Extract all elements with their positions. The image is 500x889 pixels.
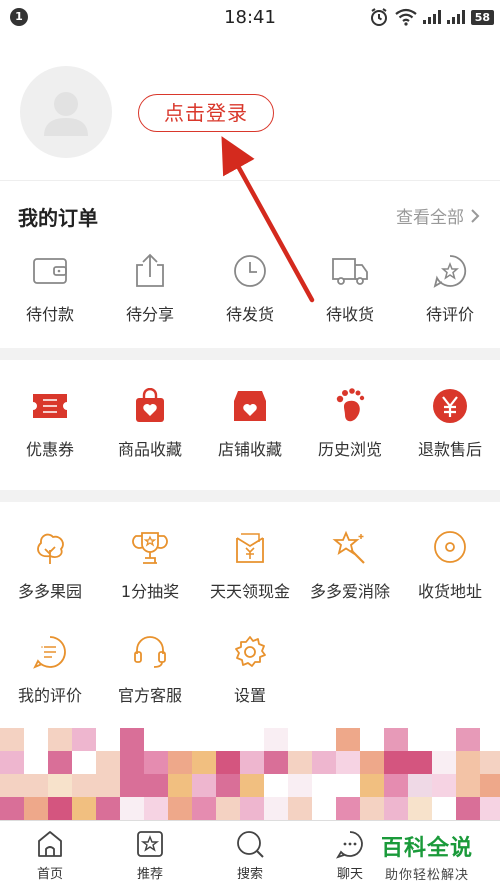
customer-service-entry[interactable]: 官方客服: [100, 632, 200, 706]
order-item-label: 待付款: [25, 305, 74, 324]
headset-icon: [134, 636, 166, 668]
coupons-entry[interactable]: 优惠券: [0, 386, 100, 460]
watermark-title: 百科全说: [380, 836, 473, 861]
tools-row-2: 我的评价 官方客服 设置: [0, 632, 500, 706]
order-pending-shipment[interactable]: 待发货: [200, 251, 300, 325]
order-item-label: 待分享: [125, 305, 174, 324]
shop-favorites-entry[interactable]: 店铺收藏: [200, 386, 300, 460]
tools-row-1: 多多果园 1分抽奖 天天领现金 多多爱消除 收货地址: [0, 528, 500, 602]
shipping-address-entry[interactable]: 收货地址: [400, 528, 500, 602]
trophy-icon: [132, 532, 168, 564]
signal-icon: [446, 10, 465, 24]
profile-header: 点击登录: [0, 36, 500, 180]
tool-item-label: 我的评价: [17, 686, 82, 705]
orders-section: 我的订单 查看全部 待付款 待分享 待发货 待收货 待评价: [0, 180, 500, 348]
services-section: 优惠券 商品收藏 店铺收藏 历史浏览 退款售后: [0, 360, 500, 490]
user-icon: [44, 92, 88, 136]
my-reviews-entry[interactable]: 我的评价: [0, 632, 100, 706]
watermark-subtitle: 助你轻松解决: [384, 868, 469, 883]
search-icon: [237, 831, 264, 858]
tab-home[interactable]: 首页: [0, 821, 100, 889]
service-item-label: 退款售后: [417, 440, 482, 459]
service-item-label: 优惠券: [25, 440, 74, 459]
wifi-icon: [395, 8, 417, 26]
status-bar: 1 18:41 58: [0, 0, 500, 36]
chat-icon: [335, 831, 363, 859]
order-pending-review[interactable]: 待评价: [400, 251, 500, 325]
home-icon: [38, 831, 62, 857]
order-item-label: 待发货: [225, 305, 274, 324]
order-pending-share[interactable]: 待分享: [100, 251, 200, 325]
daily-cash-entry[interactable]: 天天领现金: [200, 528, 300, 602]
service-item-label: 商品收藏: [117, 440, 182, 459]
tool-item-label: 多多果园: [17, 582, 82, 601]
footprint-icon: [336, 388, 365, 422]
service-item-label: 店铺收藏: [217, 440, 282, 459]
yen-icon: [433, 389, 467, 423]
match-game-entry[interactable]: 多多爱消除: [300, 528, 400, 602]
tab-label: 聊天: [336, 867, 363, 882]
coupon-icon: [33, 394, 67, 418]
orchard-entry[interactable]: 多多果园: [0, 528, 100, 602]
bag-heart-icon: [136, 388, 164, 422]
comment-icon: [33, 636, 66, 669]
star-bubble-icon: [433, 255, 467, 288]
services-row: 优惠券 商品收藏 店铺收藏 历史浏览 退款售后: [0, 386, 500, 460]
tab-label: 推荐: [136, 867, 163, 882]
orders-title: 我的订单: [18, 206, 98, 230]
location-icon: [434, 531, 466, 563]
settings-entry[interactable]: 设置: [200, 632, 300, 706]
tools-section: 多多果园 1分抽奖 天天领现金 多多爱消除 收货地址 我的评价 官方客服 设置: [0, 502, 500, 728]
signal-icon: [422, 10, 441, 24]
battery-icon: 58: [470, 9, 494, 25]
tool-item-label: 收货地址: [417, 582, 482, 601]
blurred-banner: [0, 728, 500, 820]
avatar[interactable]: [20, 66, 112, 158]
wallet-icon: [33, 258, 67, 284]
clock-icon: [234, 255, 266, 287]
tool-item-label: 1分抽奖: [120, 582, 180, 601]
lottery-entry[interactable]: 1分抽奖: [100, 528, 200, 602]
settings-icon: [235, 636, 266, 667]
view-all-label: 查看全部: [396, 208, 464, 228]
orders-row: 待付款 待分享 待发货 待收货 待评价: [0, 251, 500, 325]
alarm-icon: [370, 8, 387, 26]
browse-history-entry[interactable]: 历史浏览: [300, 386, 400, 460]
recommend-icon: [137, 831, 163, 857]
magic-wand-icon: [332, 530, 365, 564]
tree-icon: [37, 533, 64, 564]
product-favorites-entry[interactable]: 商品收藏: [100, 386, 200, 460]
tool-item-label: 官方客服: [117, 686, 182, 705]
tab-search[interactable]: 搜索: [200, 821, 300, 889]
tool-item-label: 多多爱消除: [309, 582, 390, 601]
status-icons: 58: [369, 6, 494, 28]
tab-recommend[interactable]: 推荐: [100, 821, 200, 889]
view-all-orders-link[interactable]: 查看全部: [396, 203, 480, 228]
pixelated-image: [0, 728, 500, 820]
tool-item-label: 天天领现金: [209, 582, 290, 601]
order-item-label: 待评价: [425, 305, 474, 324]
order-pending-receipt[interactable]: 待收货: [300, 251, 400, 325]
login-button[interactable]: 点击登录: [138, 94, 274, 132]
share-icon: [136, 253, 164, 287]
cash-icon: [236, 533, 264, 563]
truck-icon: [332, 258, 368, 285]
tool-item-label: 设置: [233, 686, 266, 705]
service-item-label: 历史浏览: [317, 440, 382, 459]
tab-label: 搜索: [236, 867, 263, 882]
refund-aftersale-entry[interactable]: 退款售后: [400, 386, 500, 460]
order-pending-payment[interactable]: 待付款: [0, 251, 100, 325]
shop-heart-icon: [234, 391, 266, 421]
order-item-label: 待收货: [325, 305, 374, 324]
chevron-right-icon: [471, 208, 480, 223]
tab-label: 首页: [36, 867, 63, 882]
watermark-logo: 百科全说 助你轻松解决: [368, 830, 486, 883]
